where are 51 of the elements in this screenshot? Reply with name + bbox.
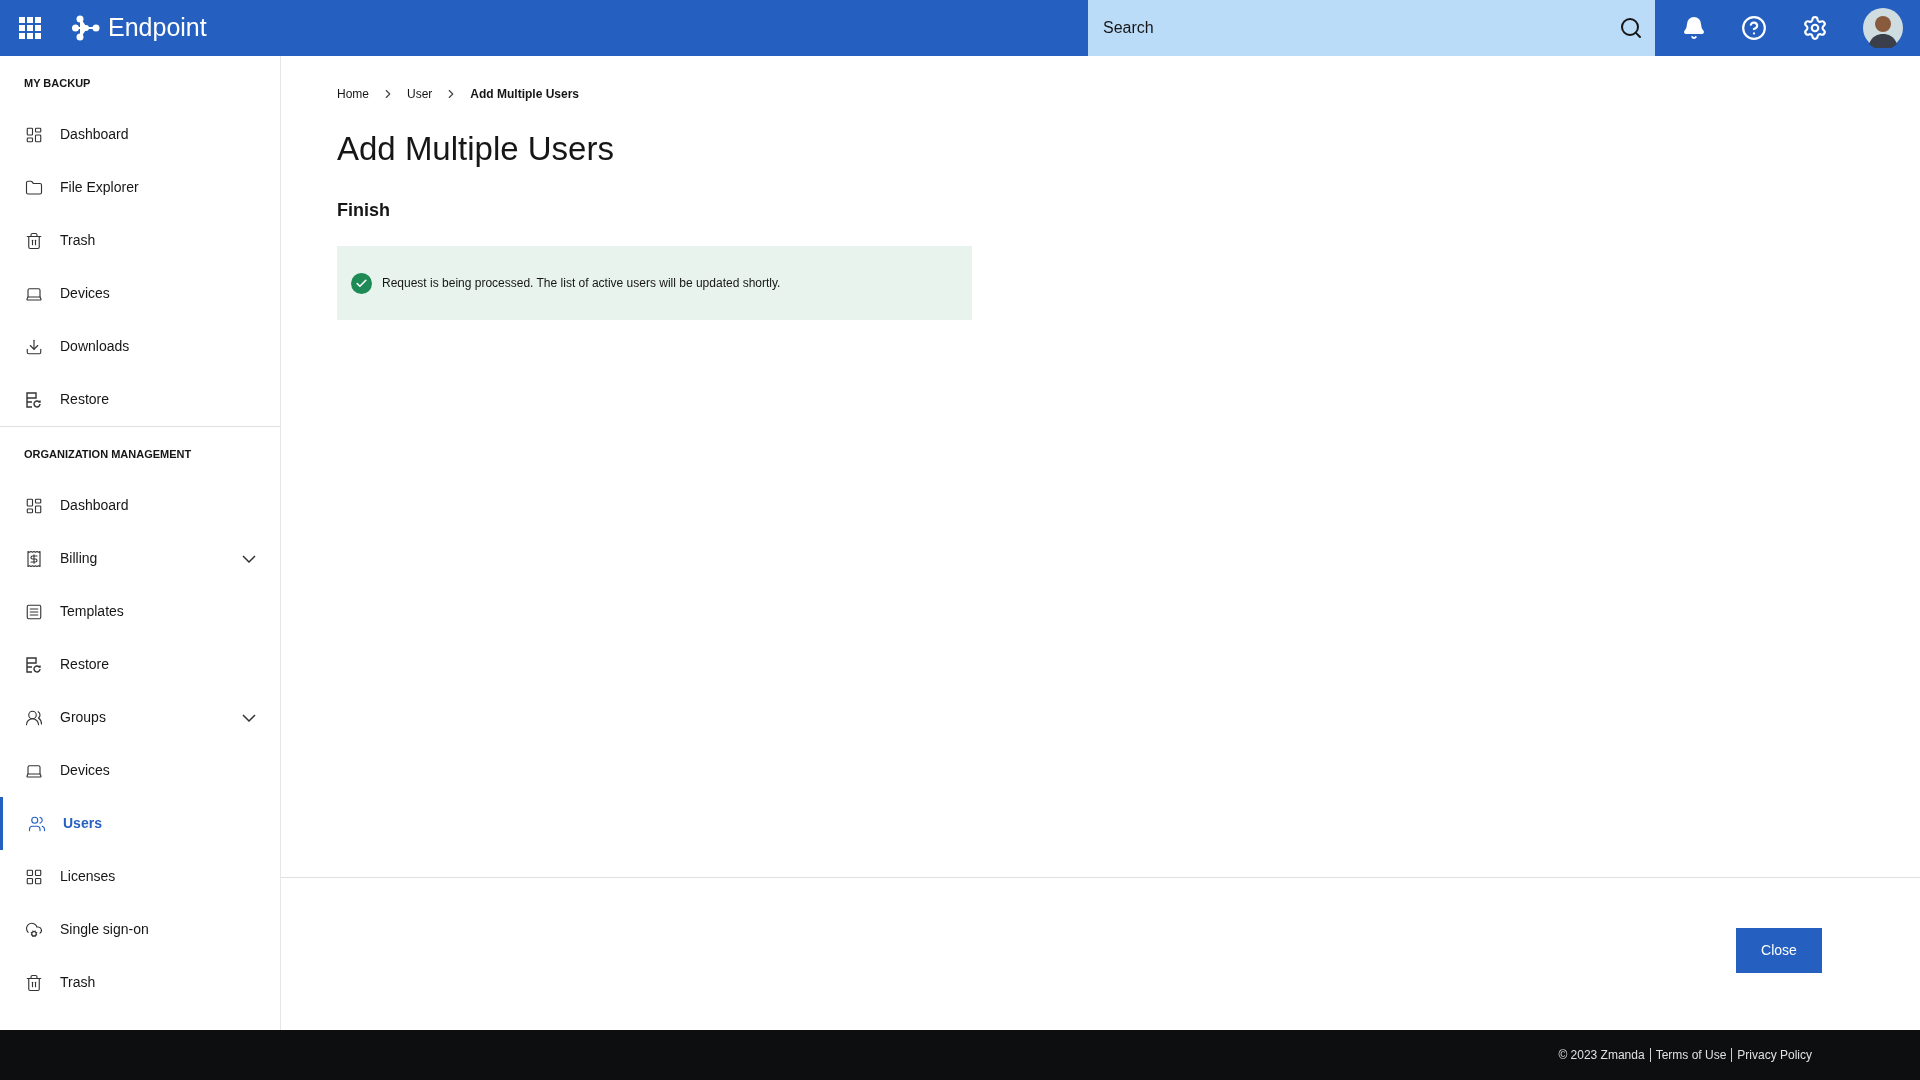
close-button[interactable]: Close [1736, 928, 1822, 973]
nav-item[interactable]: Dashboard [0, 108, 280, 161]
nav-item[interactable]: Restore [0, 638, 280, 691]
nav-item[interactable]: Trash [0, 214, 280, 267]
notifications-icon[interactable] [1682, 16, 1707, 40]
groups-icon [25, 708, 43, 727]
dashboard-icon [25, 125, 43, 144]
search-field[interactable]: Search [1088, 0, 1655, 56]
nav-item[interactable]: Users [0, 797, 280, 850]
check-icon [351, 272, 372, 294]
nav-item[interactable]: File Explorer [0, 161, 280, 214]
template-icon [25, 602, 43, 621]
breadcrumb-link[interactable]: Home [337, 85, 369, 103]
nav-item[interactable]: Single sign-on [0, 903, 280, 956]
brand-name: Endpoint [108, 12, 207, 44]
trash-icon [25, 973, 43, 992]
nav-item[interactable]: Templates [0, 585, 280, 638]
step-title: Finish [337, 199, 391, 222]
trash-icon [25, 231, 43, 250]
restore-icon [25, 655, 43, 674]
section-title: MY BACKUP [23, 75, 92, 91]
section-title: ORGANIZATION MANAGEMENT [23, 446, 193, 462]
nav-item[interactable]: Downloads [0, 320, 280, 373]
page-title: Add Multiple Users [337, 129, 615, 169]
alert-message: Request is being processed. The list of active users will be updated shortly. [382, 275, 781, 292]
download-icon [25, 337, 43, 356]
nav-item[interactable]: Billing [0, 532, 280, 585]
folder-icon [25, 178, 43, 197]
grid-icon [19, 17, 41, 39]
copyright-text: © 2023 Zmanda [1558, 1047, 1645, 1064]
receipt-icon [25, 549, 43, 568]
logo-icon [72, 15, 100, 41]
nav-item[interactable]: Devices [0, 744, 280, 797]
nav-item[interactable]: Dashboard [0, 479, 280, 532]
nav-item[interactable]: Devices [0, 267, 280, 320]
footer-link[interactable]: Terms of Use [1655, 1048, 1727, 1062]
nav-item[interactable]: Groups [0, 691, 280, 744]
nav-item[interactable]: Licenses [0, 850, 280, 903]
nav-item[interactable]: Trash [0, 956, 280, 1009]
nav-item[interactable]: Restore [0, 373, 280, 426]
settings-icon[interactable] [1801, 15, 1828, 41]
breadcrumb-link[interactable]: User [407, 85, 433, 103]
users-icon [28, 814, 46, 833]
search-icon[interactable] [1619, 16, 1643, 40]
help-icon[interactable] [1741, 15, 1768, 41]
cloud-icon [25, 920, 43, 939]
footer-link[interactable]: Privacy Policy [1737, 1048, 1812, 1062]
restore-icon [25, 390, 43, 409]
dashboard-icon [25, 496, 43, 515]
avatar[interactable] [1862, 8, 1903, 48]
grid-icon [25, 867, 43, 886]
